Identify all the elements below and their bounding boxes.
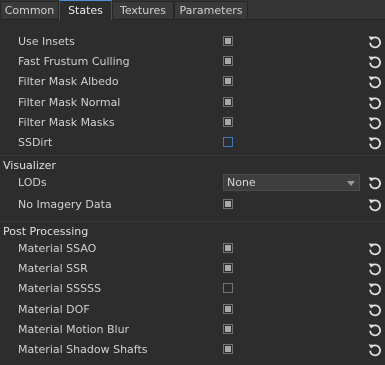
states-panel: Use Insets Fast Frustum Culling Filter M… xyxy=(0,20,385,365)
setting-row: Material Motion Blur xyxy=(0,320,385,340)
reset-icon[interactable] xyxy=(367,115,383,131)
reset-icon[interactable] xyxy=(367,34,383,50)
setting-row: Use Insets xyxy=(0,32,385,52)
tab-states[interactable]: States xyxy=(59,0,112,20)
setting-row: Material DOF xyxy=(0,300,385,320)
filter-mask-normal-checkbox[interactable] xyxy=(223,97,233,107)
reset-icon[interactable] xyxy=(367,54,383,70)
setting-row: Material SSAO xyxy=(0,239,385,259)
reset-icon[interactable] xyxy=(367,175,383,191)
setting-row: Material Shadow Shafts xyxy=(0,340,385,360)
fast-frustum-culling-checkbox[interactable] xyxy=(223,56,233,66)
reset-icon[interactable] xyxy=(367,135,383,151)
setting-row: SSDirt xyxy=(0,133,385,153)
setting-label: Material SSSSS xyxy=(18,282,102,295)
material-motion-blur-checkbox[interactable] xyxy=(223,324,233,334)
setting-row: Filter Mask Masks xyxy=(0,113,385,133)
filter-mask-masks-checkbox[interactable] xyxy=(223,117,233,127)
reset-icon[interactable] xyxy=(367,197,383,213)
lods-dropdown[interactable]: None xyxy=(223,174,360,191)
tab-parameters-label: Parameters xyxy=(179,4,243,17)
filter-mask-albedo-checkbox[interactable] xyxy=(223,76,233,86)
setting-row: Fast Frustum Culling xyxy=(0,52,385,72)
setting-label: Filter Mask Normal xyxy=(18,96,121,109)
setting-label: LODs xyxy=(18,176,47,189)
tab-common[interactable]: Common xyxy=(0,1,59,18)
reset-icon[interactable] xyxy=(367,322,383,338)
setting-row: LODs None xyxy=(0,173,385,193)
reset-icon[interactable] xyxy=(367,95,383,111)
use-insets-checkbox[interactable] xyxy=(223,36,233,46)
material-ssr-checkbox[interactable] xyxy=(223,263,233,273)
section-title: Post Processing xyxy=(3,225,89,238)
setting-label: SSDirt xyxy=(18,136,53,149)
section-header-post-processing: Post Processing xyxy=(0,224,385,240)
setting-label: Filter Mask Masks xyxy=(18,116,115,129)
ssdirt-checkbox[interactable] xyxy=(223,137,233,147)
reset-icon[interactable] xyxy=(367,241,383,257)
tab-states-label: States xyxy=(68,4,103,17)
section-header-visualizer: Visualizer xyxy=(0,158,385,174)
tab-parameters[interactable]: Parameters xyxy=(174,1,248,18)
setting-label: Material DOF xyxy=(18,303,90,316)
reset-icon[interactable] xyxy=(367,261,383,277)
setting-label: Use Insets xyxy=(18,35,75,48)
reset-icon[interactable] xyxy=(367,342,383,358)
material-ssao-checkbox[interactable] xyxy=(223,243,233,253)
setting-row: Filter Mask Albedo xyxy=(0,72,385,92)
setting-label: No Imagery Data xyxy=(18,198,112,211)
section-title: Visualizer xyxy=(3,159,56,172)
reset-icon[interactable] xyxy=(367,74,383,90)
no-imagery-data-checkbox[interactable] xyxy=(223,199,233,209)
setting-label: Material Motion Blur xyxy=(18,323,130,336)
setting-label: Material SSR xyxy=(18,262,88,275)
setting-row: No Imagery Data xyxy=(0,195,385,215)
setting-label: Fast Frustum Culling xyxy=(18,55,130,68)
reset-icon[interactable] xyxy=(367,281,383,297)
reset-icon[interactable] xyxy=(367,302,383,318)
setting-label: Filter Mask Albedo xyxy=(18,75,119,88)
tab-textures[interactable]: Textures xyxy=(112,1,174,18)
tab-common-label: Common xyxy=(4,4,55,17)
material-sssss-checkbox[interactable] xyxy=(223,283,233,293)
setting-label: Material SSAO xyxy=(18,242,97,255)
tab-bar: Common States Textures Parameters xyxy=(0,0,385,20)
setting-row: Filter Mask Normal xyxy=(0,93,385,113)
chevron-down-icon xyxy=(347,181,355,186)
setting-row: Material SSSSS xyxy=(0,279,385,299)
lods-selected-value: None xyxy=(227,176,256,189)
material-dof-checkbox[interactable] xyxy=(223,304,233,314)
setting-label: Material Shadow Shafts xyxy=(18,343,148,356)
tab-textures-label: Textures xyxy=(120,4,166,17)
setting-row: Material SSR xyxy=(0,259,385,279)
section-divider xyxy=(0,221,385,222)
material-shadow-shafts-checkbox[interactable] xyxy=(223,344,233,354)
section-divider xyxy=(0,155,385,156)
